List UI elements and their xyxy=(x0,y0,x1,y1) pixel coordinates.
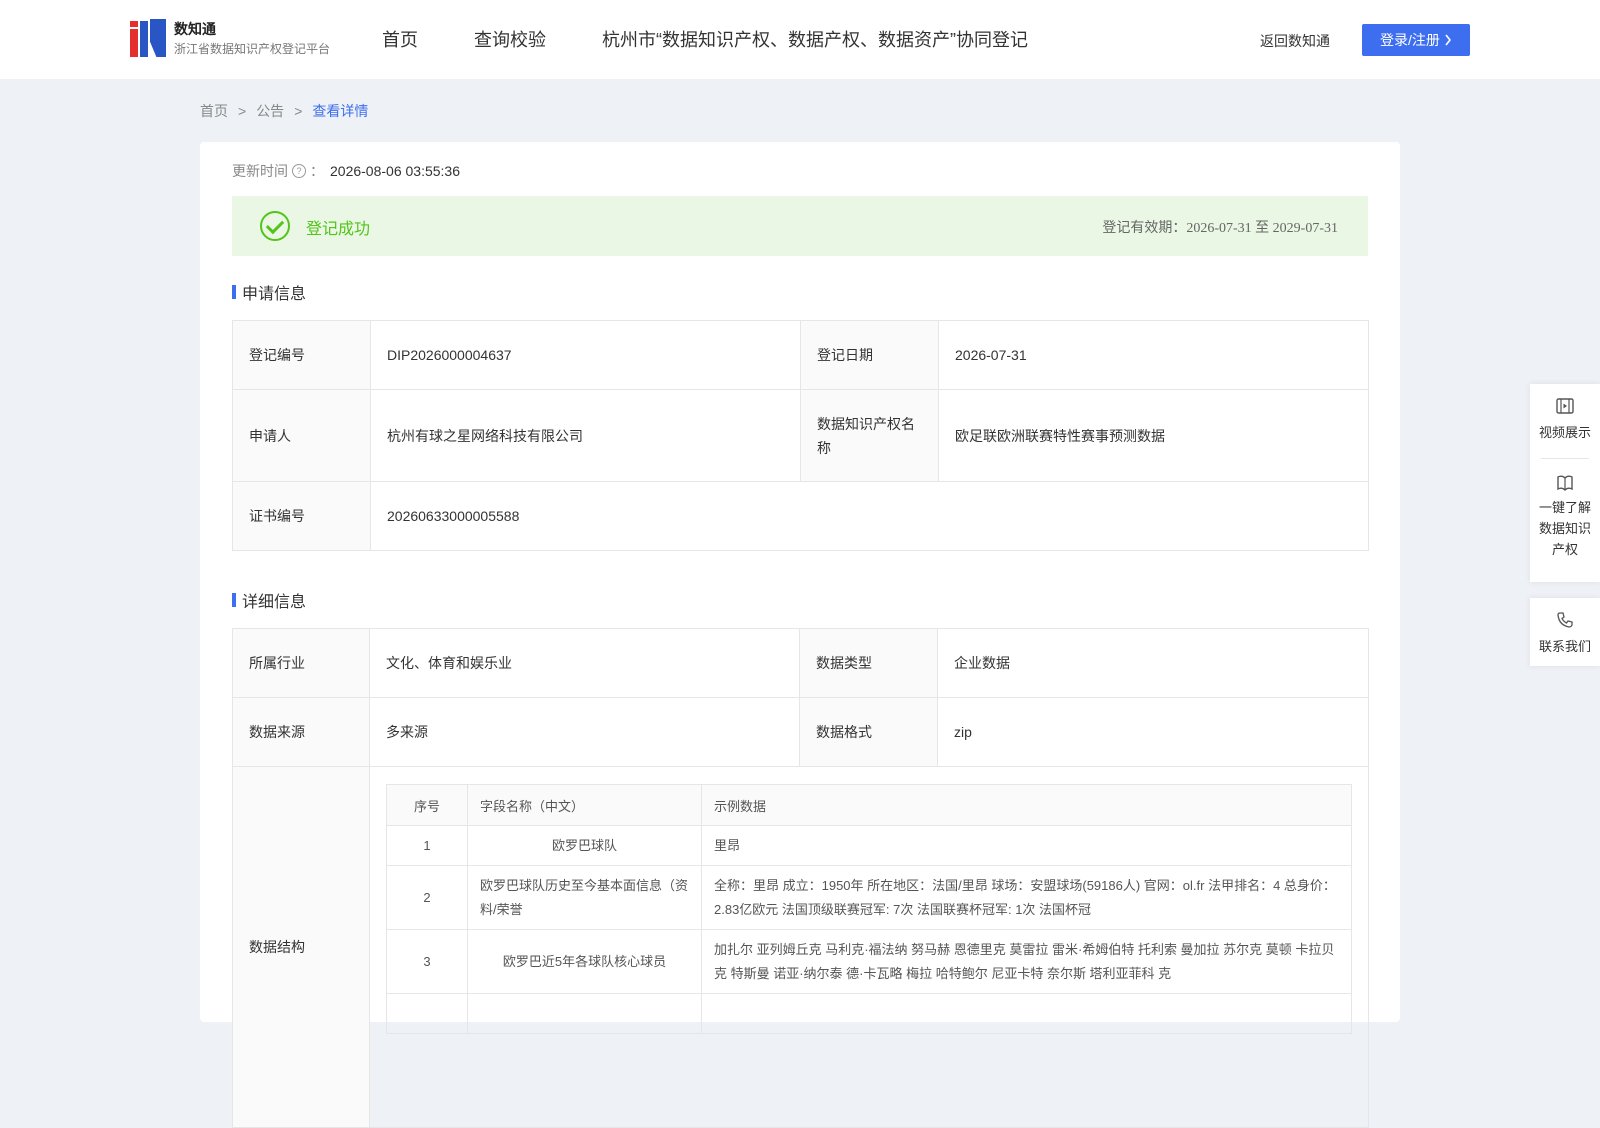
status-banner: 登记成功 登记有效期：2026-07-31 至 2029-07-31 xyxy=(232,196,1368,256)
row-no: 3 xyxy=(386,929,468,994)
check-circle-icon xyxy=(260,211,290,241)
row-field: 欧罗巴近5年各球队核心球员 xyxy=(467,929,702,994)
ip-name-value: 欧足联欧洲联赛特性赛事预测数据 xyxy=(938,389,1369,482)
apply-info-table: 登记编号 DIP2026000004637 登记日期 2026-07-31 申请… xyxy=(232,320,1369,551)
back-to-shuzhitong-link[interactable]: 返回数知通 xyxy=(1260,31,1330,51)
learn-ip-label: 一键了解数据知识产权 xyxy=(1538,500,1591,557)
row-example: 加扎尔 亚列姆丘克 马利克·福法纳 努马赫 恩德里克 莫雷拉 雷米·希姆伯特 托… xyxy=(701,929,1352,994)
structure-label: 数据结构 xyxy=(232,766,370,1128)
table-row: 1 欧罗巴球队 里昂 xyxy=(386,825,1352,866)
validity-period: 登记有效期：2026-07-31 至 2029-07-31 xyxy=(1102,221,1338,236)
table-row: 3 欧罗巴近5年各球队核心球员 加扎尔 亚列姆丘克 马利克·福法纳 努马赫 恩德… xyxy=(386,929,1352,994)
section-bar xyxy=(232,593,236,607)
table-row: 登记编号 DIP2026000004637 登记日期 2026-07-31 xyxy=(232,320,1369,390)
top-header: 数知通 浙江省数据知识产权登记平台 首页 查询校验 杭州市“数据知识产权、数据产… xyxy=(0,0,1600,79)
detail-info-table: 所属行业 文化、体育和娱乐业 数据类型 企业数据 数据来源 多来源 数据格式 z… xyxy=(232,628,1369,1128)
ip-name-label: 数据知识产权名称 xyxy=(800,389,939,482)
detail-section-title-text: 详细信息 xyxy=(242,594,307,611)
update-time-label: 更新时间 xyxy=(232,163,288,179)
logo-name: 数知通 xyxy=(174,21,216,37)
update-time-colon: ： xyxy=(310,163,324,179)
learn-ip-button[interactable]: 一键了解数据知识产权 xyxy=(1530,459,1600,560)
nav-home[interactable]: 首页 xyxy=(382,26,418,52)
video-showcase-label: 视频展示 xyxy=(1538,425,1591,440)
login-register-label: 登录/注册 xyxy=(1380,32,1440,48)
breadcrumb-current: 查看详情 xyxy=(312,103,369,119)
logo-mark-icon xyxy=(130,19,166,57)
nav-hangzhou-registration[interactable]: 杭州市“数据知识产权、数据产权、数据资产”协同登记 xyxy=(602,26,1028,52)
row-example: 里昂 xyxy=(701,825,1352,866)
contact-us-button[interactable]: 联系我们 xyxy=(1530,598,1600,666)
reg-no-value: DIP2026000004637 xyxy=(370,320,801,390)
cert-no-label: 证书编号 xyxy=(232,481,371,551)
structure-table: 序号 字段名称（中文） 示例数据 1 欧罗巴球队 里昂 2 欧罗巴球队历史至今基… xyxy=(386,784,1352,1034)
structure-header-row: 序号 字段名称（中文） 示例数据 xyxy=(386,784,1352,826)
video-icon xyxy=(1556,398,1574,414)
row-field: 欧罗巴球队历史至今基本面信息（资料/荣誉 xyxy=(467,865,702,930)
industry-value: 文化、体育和娱乐业 xyxy=(369,628,800,698)
book-icon xyxy=(1557,475,1573,491)
applicant-label: 申请人 xyxy=(232,389,371,482)
row-field: 欧罗巴球队 xyxy=(467,825,702,866)
table-row: 数据结构 序号 字段名称（中文） 示例数据 1 欧罗巴球队 里昂 2 欧罗巴球队… xyxy=(232,766,1369,1128)
logo-subtitle: 浙江省数据知识产权登记平台 xyxy=(174,42,331,56)
reg-date-value: 2026-07-31 xyxy=(938,320,1369,390)
reg-date-label: 登记日期 xyxy=(800,320,939,390)
row-example: 全称：里昂 成立：1950年 所在地区：法国/里昂 球场：安盟球场(59186人… xyxy=(701,865,1352,930)
site-logo[interactable]: 数知通 浙江省数据知识产权登记平台 xyxy=(130,19,330,59)
section-bar xyxy=(232,285,236,299)
table-row: 申请人 杭州有球之星网络科技有限公司 数据知识产权名称 欧足联欧洲联赛特性赛事预… xyxy=(232,389,1369,482)
source-value: 多来源 xyxy=(369,697,800,767)
source-label: 数据来源 xyxy=(232,697,370,767)
cert-no-value: 20260633000005588 xyxy=(370,481,1369,551)
breadcrumb-notice[interactable]: 公告 xyxy=(256,103,284,119)
structure-cell: 序号 字段名称（中文） 示例数据 1 欧罗巴球队 里昂 2 欧罗巴球队历史至今基… xyxy=(369,766,1369,1128)
breadcrumb-separator: > xyxy=(294,103,303,119)
breadcrumb-home[interactable]: 首页 xyxy=(200,103,228,119)
data-type-value: 企业数据 xyxy=(937,628,1369,698)
table-row: 证书编号 20260633000005588 xyxy=(232,481,1369,551)
apply-section-title-text: 申请信息 xyxy=(242,286,307,303)
row-no: 1 xyxy=(386,825,468,866)
breadcrumb: 首页 > 公告 > 查看详情 xyxy=(200,101,368,121)
table-row: 所属行业 文化、体育和娱乐业 数据类型 企业数据 xyxy=(232,628,1369,698)
detail-card: 更新时间 ? ： 2026-08-06 03:55:36 登记成功 登记有效期：… xyxy=(200,142,1400,1128)
format-label: 数据格式 xyxy=(799,697,938,767)
update-time: 更新时间 ? ： 2026-08-06 03:55:36 xyxy=(232,161,460,181)
phone-icon xyxy=(1557,612,1573,628)
format-value: zip xyxy=(937,697,1369,767)
data-type-label: 数据类型 xyxy=(799,628,938,698)
question-icon[interactable]: ? xyxy=(292,164,306,178)
nav-query-verify[interactable]: 查询校验 xyxy=(474,26,546,52)
table-row: 2 欧罗巴球队历史至今基本面信息（资料/荣誉 全称：里昂 成立：1950年 所在… xyxy=(386,865,1352,930)
login-register-button[interactable]: 登录/注册 xyxy=(1362,24,1470,56)
detail-section-title: 详细信息 xyxy=(232,588,306,612)
applicant-value: 杭州有球之星网络科技有限公司 xyxy=(370,389,801,482)
main-nav: 首页 查询校验 杭州市“数据知识产权、数据产权、数据资产”协同登记 xyxy=(382,26,1084,52)
col-header-no: 序号 xyxy=(386,784,468,826)
industry-label: 所属行业 xyxy=(232,628,370,698)
row-no: 2 xyxy=(386,865,468,930)
apply-section-title: 申请信息 xyxy=(232,280,306,304)
chevron-right-icon xyxy=(1445,34,1451,46)
side-panel-top: 视频展示 一键了解数据知识产权 xyxy=(1530,384,1600,582)
col-header-field: 字段名称（中文） xyxy=(467,784,702,826)
video-showcase-button[interactable]: 视频展示 xyxy=(1530,384,1600,458)
contact-us-label: 联系我们 xyxy=(1538,639,1591,654)
reg-no-label: 登记编号 xyxy=(232,320,371,390)
col-header-example: 示例数据 xyxy=(701,784,1352,826)
update-time-value: 2026-08-06 03:55:36 xyxy=(330,163,460,179)
table-row: 数据来源 多来源 数据格式 zip xyxy=(232,697,1369,767)
status-text: 登记成功 xyxy=(306,221,371,238)
breadcrumb-separator: > xyxy=(238,103,247,119)
